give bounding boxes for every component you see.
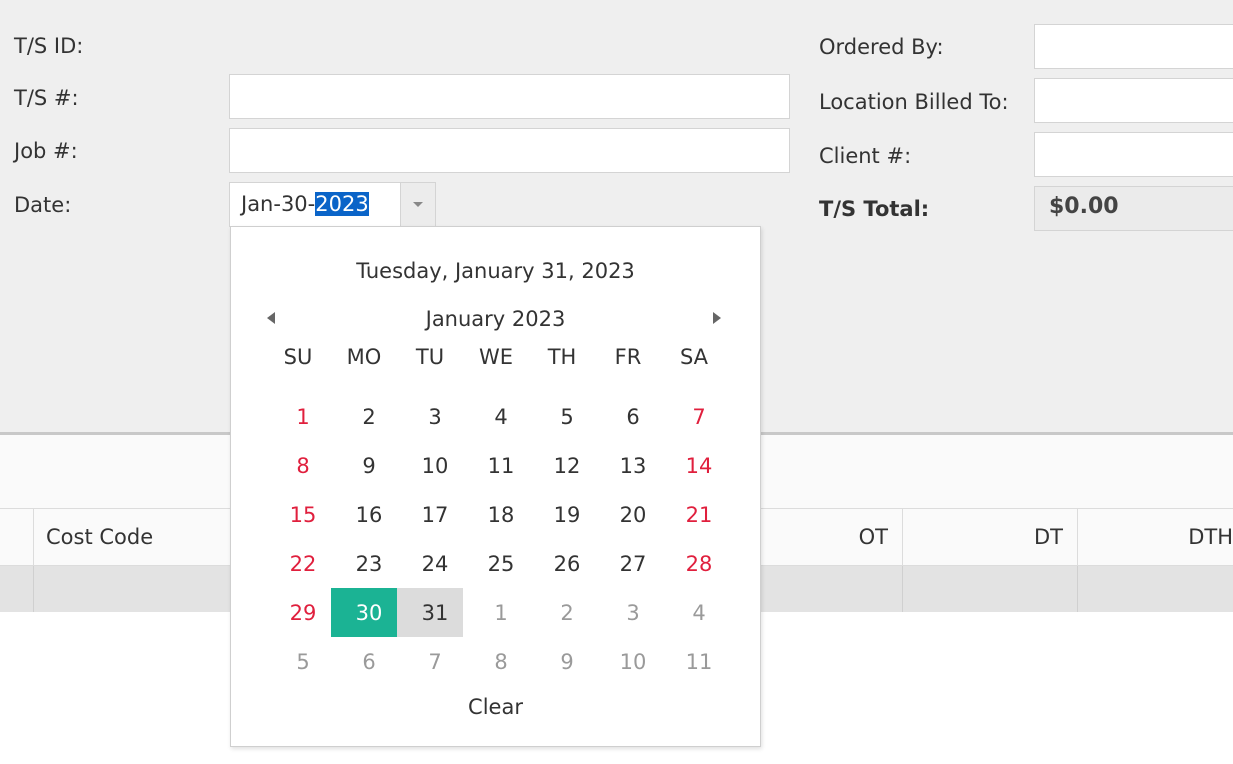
calendar-day[interactable]: 11 <box>463 441 529 490</box>
dt-cell[interactable] <box>903 566 1078 612</box>
date-input-selected-part: 2023 <box>315 192 369 216</box>
location-billed-to-label: Location Billed To: <box>819 90 1009 114</box>
calendar-day[interactable]: 1 <box>265 392 331 441</box>
day-header-mo: MO <box>346 345 382 369</box>
day-header-th: TH <box>547 345 577 369</box>
ts-id-label: T/S ID: <box>14 34 84 58</box>
calendar-day[interactable]: 16 <box>331 490 397 539</box>
calendar-day[interactable]: 4 <box>661 588 727 637</box>
calendar-day[interactable]: 19 <box>529 490 595 539</box>
calendar-day[interactable]: 18 <box>463 490 529 539</box>
calendar-week-row: 1234567 <box>265 392 727 441</box>
calendar-day[interactable]: 7 <box>661 392 727 441</box>
calendar-day[interactable]: 5 <box>265 637 331 686</box>
ts-number-input[interactable] <box>229 74 790 119</box>
calendar-day[interactable]: 2 <box>331 392 397 441</box>
calendar-day[interactable]: 24 <box>397 539 463 588</box>
calendar-day[interactable]: 28 <box>661 539 727 588</box>
calendar-day[interactable]: 14 <box>661 441 727 490</box>
column-header-cost-code[interactable]: Cost Code <box>34 509 234 565</box>
next-month-icon[interactable] <box>713 312 721 324</box>
day-header-fr: FR <box>614 345 642 369</box>
calendar-day[interactable]: 25 <box>463 539 529 588</box>
day-header-we: WE <box>478 345 514 369</box>
calendar-day[interactable]: 6 <box>331 637 397 686</box>
calendar-week-row: 5 6 7 8 9 10 11 <box>265 637 727 686</box>
ordered-by-input[interactable] <box>1034 24 1233 69</box>
calendar-day[interactable]: 3 <box>595 588 661 637</box>
column-header-dth[interactable]: DTH <box>1078 509 1233 565</box>
calendar-day[interactable]: 30 <box>331 588 397 637</box>
column-header-ot[interactable]: OT <box>760 509 903 565</box>
calendar-day[interactable]: 10 <box>595 637 661 686</box>
calendar-week-row: 22 23 24 25 26 27 28 <box>265 539 727 588</box>
date-dropdown-button[interactable] <box>400 183 435 226</box>
ordered-by-label: Ordered By: <box>819 35 944 59</box>
date-input-prefix: Jan-30- <box>241 192 316 216</box>
calendar-day[interactable]: 11 <box>661 637 727 686</box>
day-header-su: SU <box>283 345 313 369</box>
calendar-day[interactable]: 2 <box>529 588 595 637</box>
calendar-day[interactable]: 7 <box>397 637 463 686</box>
client-number-label: Client #: <box>819 144 912 168</box>
calendar-day[interactable]: 8 <box>265 441 331 490</box>
calendar-day[interactable]: 26 <box>529 539 595 588</box>
calendar-day[interactable]: 31 <box>397 588 463 637</box>
calendar-day[interactable]: 13 <box>595 441 661 490</box>
job-number-label: Job #: <box>14 139 78 163</box>
calendar-day[interactable]: 1 <box>463 588 529 637</box>
date-label: Date: <box>14 193 72 217</box>
day-header-tu: TU <box>415 345 445 369</box>
day-header-sa: SA <box>679 345 709 369</box>
calendar-day[interactable]: 8 <box>463 637 529 686</box>
cost-code-cell[interactable] <box>34 566 234 612</box>
calendar-popup: Tuesday, January 31, 2023 January 2023 S… <box>230 226 761 747</box>
calendar-day[interactable]: 10 <box>397 441 463 490</box>
calendar-day[interactable]: 23 <box>331 539 397 588</box>
date-input-text: Jan-30-2023 <box>241 192 369 216</box>
calendar-day[interactable]: 12 <box>529 441 595 490</box>
job-number-input[interactable] <box>229 128 790 173</box>
client-number-input[interactable] <box>1034 132 1233 177</box>
calendar-day[interactable]: 9 <box>331 441 397 490</box>
calendar-week-row: 15 16 17 18 19 20 21 <box>265 490 727 539</box>
grid-indicator-header <box>0 509 34 565</box>
calendar-week-row: 8 9 10 11 12 13 14 <box>265 441 727 490</box>
calendar-day[interactable]: 22 <box>265 539 331 588</box>
calendar-day[interactable]: 27 <box>595 539 661 588</box>
calendar-day[interactable]: 17 <box>397 490 463 539</box>
ot-cell[interactable] <box>760 566 903 612</box>
calendar-day[interactable]: 9 <box>529 637 595 686</box>
calendar-day[interactable]: 21 <box>661 490 727 539</box>
ts-number-label: T/S #: <box>14 86 79 110</box>
calendar-week-row: 29 30 31 1 2 3 4 <box>265 588 727 637</box>
calendar-today-text[interactable]: Tuesday, January 31, 2023 <box>231 259 760 283</box>
location-billed-to-input[interactable] <box>1034 78 1233 123</box>
date-input[interactable]: Jan-30-2023 <box>229 182 436 227</box>
column-header-dt[interactable]: DT <box>903 509 1078 565</box>
calendar-month-title[interactable]: January 2023 <box>231 307 760 331</box>
calendar-day[interactable]: 6 <box>595 392 661 441</box>
calendar-day[interactable]: 3 <box>397 392 463 441</box>
chevron-down-icon <box>413 202 423 207</box>
calendar-day[interactable]: 5 <box>529 392 595 441</box>
row-indicator-cell[interactable] <box>0 566 34 612</box>
calendar-day-headers: SU MO TU WE TH FR SA <box>265 345 727 379</box>
calendar-day[interactable]: 20 <box>595 490 661 539</box>
calendar-day[interactable]: 15 <box>265 490 331 539</box>
ts-total-label: T/S Total: <box>819 197 930 221</box>
ts-total-field: $0.00 <box>1034 186 1233 231</box>
calendar-day[interactable]: 4 <box>463 392 529 441</box>
ts-total-value: $0.00 <box>1049 194 1119 219</box>
calendar-day[interactable]: 29 <box>265 588 331 637</box>
clear-button[interactable]: Clear <box>231 695 760 719</box>
